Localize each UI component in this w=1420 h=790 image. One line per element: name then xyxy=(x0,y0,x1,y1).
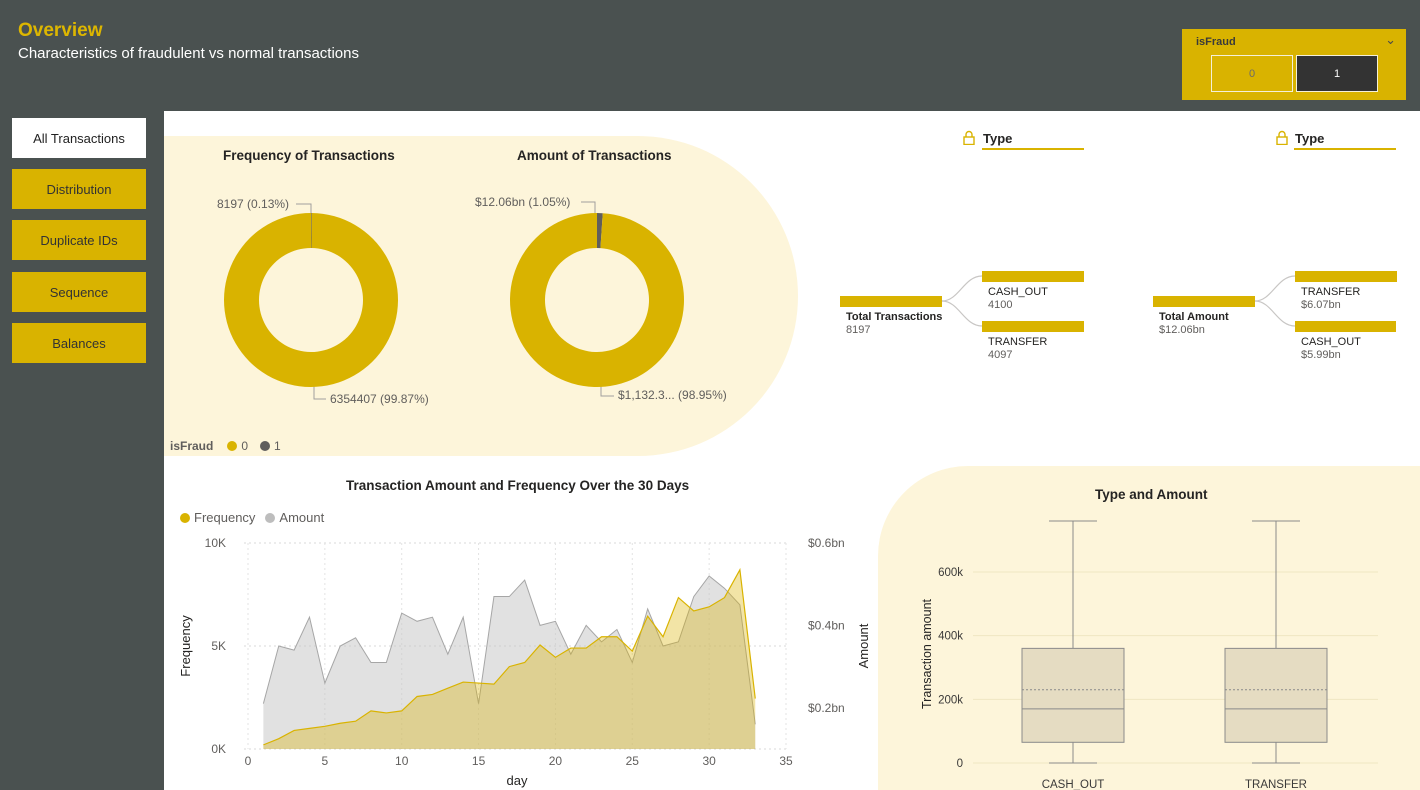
y-right-tick-label: $0.6bn xyxy=(808,536,845,550)
y-right-tick-label: $0.4bn xyxy=(808,618,845,632)
y-left-tick-label: 5K xyxy=(211,639,226,653)
tree-connector xyxy=(941,300,983,327)
tree-connector xyxy=(941,275,983,302)
nav-duplicate-ids[interactable]: Duplicate IDs xyxy=(12,220,146,260)
y-right-axis-title: Amount xyxy=(856,623,871,668)
area-chart-legend: Frequency Amount xyxy=(180,510,324,525)
y-right-tick-label: $0.2bn xyxy=(808,701,845,715)
y-left-tick-label: 0K xyxy=(211,742,226,756)
decomposition-tree-connectors xyxy=(941,275,1296,327)
x-tick-label: 10 xyxy=(395,754,409,768)
legend-dot-0 xyxy=(227,441,238,451)
x-tick-label: 0 xyxy=(245,754,252,768)
page-subtitle: Characteristics of fraudulent vs normal … xyxy=(18,45,359,62)
y-tick-label: 400k xyxy=(938,631,963,643)
isfraud-slicer: isFraud ⌄ 0 1 xyxy=(1182,29,1406,100)
x-tick-label: 35 xyxy=(779,754,793,768)
y-left-axis-title: Frequency xyxy=(178,615,193,677)
slicer-option-1[interactable]: 1 xyxy=(1296,55,1378,92)
legend-dot-frequency xyxy=(180,512,190,523)
area-chart: 10K 5K 0K $0.6bn $0.4bn $0.2bn 0 5 10 15 20 25 30 35 d… xyxy=(178,536,871,788)
legend-item-0[interactable]: 0 xyxy=(241,439,248,453)
nav-distribution[interactable]: Distribution xyxy=(12,169,146,209)
nav-sequence[interactable]: Sequence xyxy=(12,272,146,312)
legend-label-amount[interactable]: Amount xyxy=(279,510,324,525)
donut-legend: isFraud 0 1 xyxy=(170,439,281,453)
box-CASH_OUT xyxy=(1021,647,1125,743)
x-tick-label: 5 xyxy=(322,754,329,768)
header: Overview Characteristics of fraudulent v… xyxy=(0,0,1420,110)
x-tick-label: 15 xyxy=(472,754,486,768)
y-tick-label: 200k xyxy=(938,694,963,706)
x-tick-label: 25 xyxy=(626,754,640,768)
y-tick-label: 600k xyxy=(938,567,963,579)
area-chart-title: Transaction Amount and Frequency Over th… xyxy=(346,478,690,493)
report-canvas: Frequency of Transactions Amount of Tran… xyxy=(164,111,1420,790)
slicer-option-0[interactable]: 0 xyxy=(1211,55,1293,92)
box-chart: 600k 400k 200k 0 Transaction amount CASH_OUT T… xyxy=(920,520,1378,790)
y-left-tick-label: 10K xyxy=(205,536,226,550)
box-chart-title: Type and Amount xyxy=(1095,487,1208,502)
slicer-title: isFraud xyxy=(1196,36,1236,48)
tree-connector xyxy=(1254,275,1296,302)
legend-dot-1 xyxy=(260,441,271,451)
chevron-down-icon[interactable]: ⌄ xyxy=(1385,32,1396,48)
page-title: Overview xyxy=(18,20,103,41)
x-tick-label: TRANSFER xyxy=(1245,779,1307,790)
x-tick-label: CASH_OUT xyxy=(1042,779,1105,790)
donut-legend-title: isFraud xyxy=(170,439,214,453)
legend-dot-amount xyxy=(265,512,276,523)
nav-all-transactions[interactable]: All Transactions xyxy=(12,118,146,158)
y-axis-title: Transaction amount xyxy=(920,598,934,709)
y-tick-label: 0 xyxy=(957,758,963,770)
x-tick-label: 20 xyxy=(549,754,563,768)
box-TRANSFER xyxy=(1224,647,1328,743)
legend-label-frequency[interactable]: Frequency xyxy=(194,510,255,525)
x-axis-title: day xyxy=(507,773,528,788)
legend-item-1[interactable]: 1 xyxy=(274,439,281,453)
tree-connector xyxy=(1254,300,1296,327)
nav-balances[interactable]: Balances xyxy=(12,323,146,363)
x-tick-label: 30 xyxy=(702,754,716,768)
